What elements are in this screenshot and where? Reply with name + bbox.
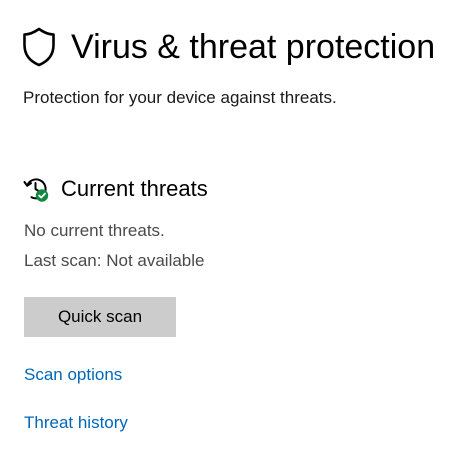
threat-status-icon [22,175,50,203]
virus-threat-protection-page: Virus & threat protection Protection for… [0,0,474,465]
page-subtitle: Protection for your device against threa… [23,88,337,107]
current-threats-title: Current threats [61,176,208,201]
scan-options-link[interactable]: Scan options [24,363,122,387]
last-scan-text: Last scan: Not available [24,251,205,270]
threat-status-text: No current threats. [24,221,165,240]
current-threats-header: Current threats [22,173,208,205]
quick-scan-button[interactable]: Quick scan [24,297,176,337]
page-title: Virus & threat protection [71,28,436,66]
threat-history-link[interactable]: Threat history [24,411,128,435]
page-header: Virus & threat protection [22,24,435,70]
shield-icon [22,27,56,67]
